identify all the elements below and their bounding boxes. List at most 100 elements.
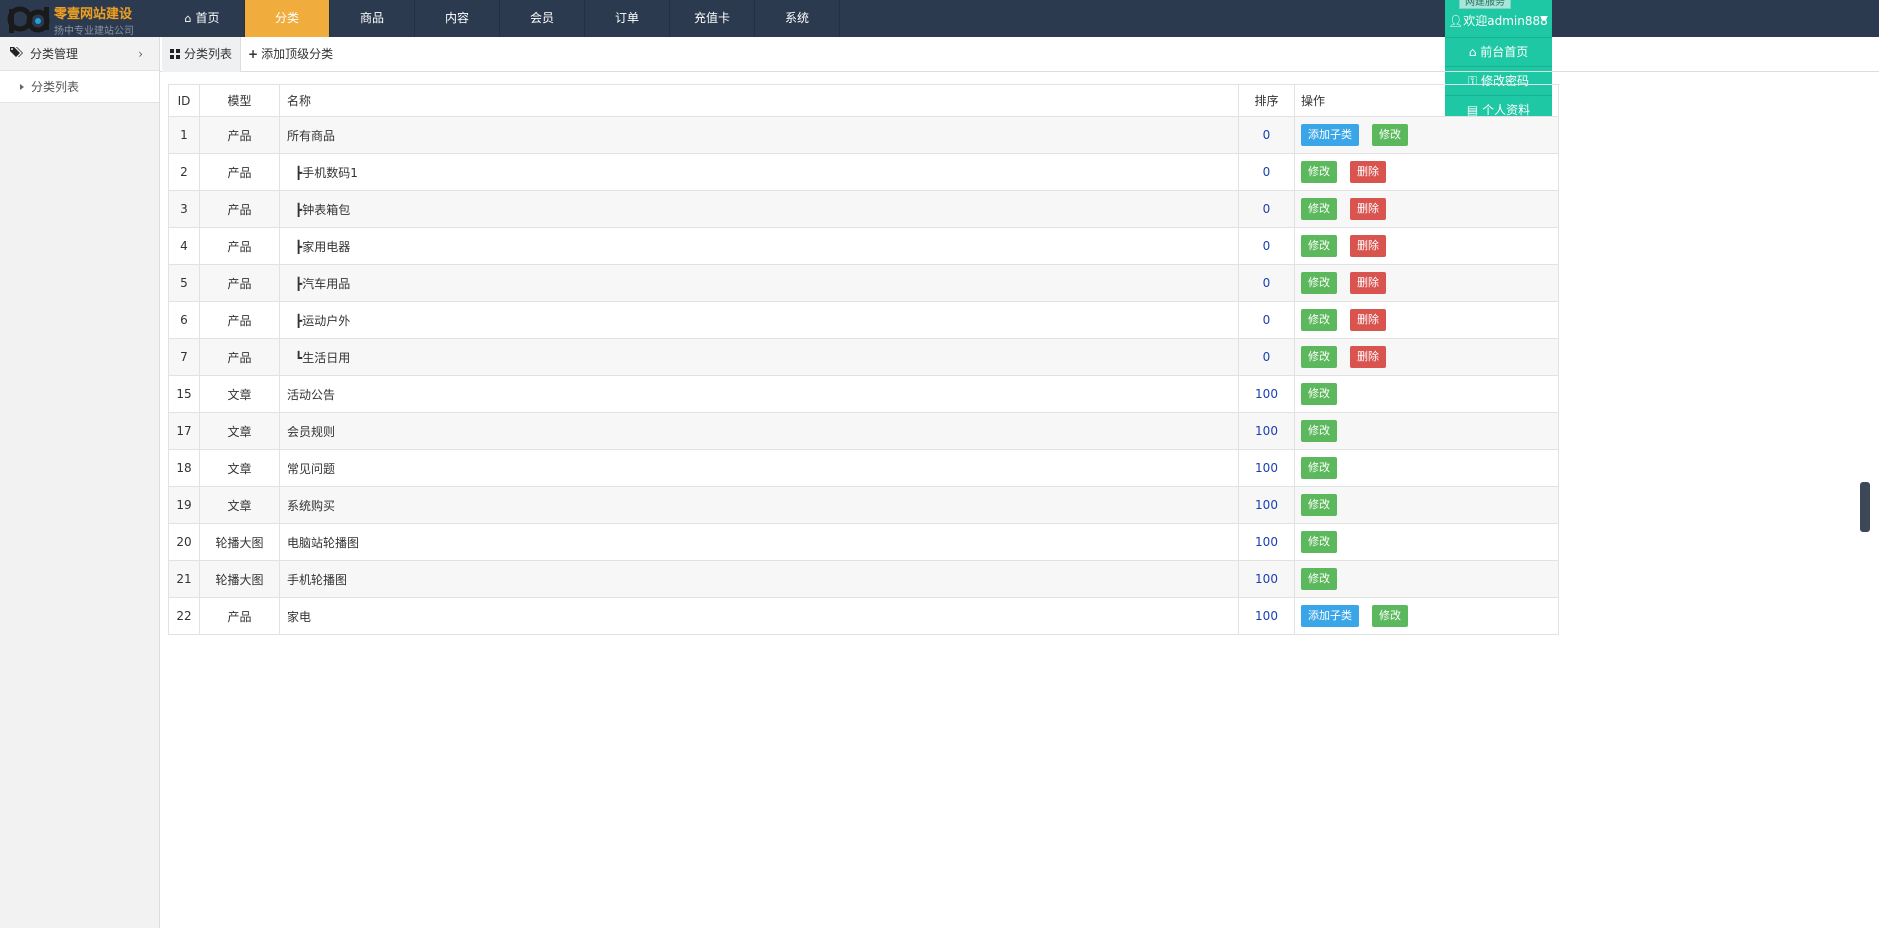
plus-icon: +	[248, 47, 259, 61]
cell-id: 7	[168, 338, 200, 376]
cell-ops: 修改 删除	[1294, 153, 1559, 191]
edit-button[interactable]: 修改	[1301, 309, 1337, 331]
cell-ops: 修改 删除	[1294, 264, 1559, 302]
cell-name: 系统购买	[279, 486, 1239, 524]
cell-ops: 修改	[1294, 375, 1559, 413]
cell-model: 文章	[199, 375, 280, 413]
service-tag[interactable]: 网建服务	[1459, 0, 1511, 9]
grid-icon	[170, 49, 180, 59]
top-navbar: 零壹网站建设 扬中专业建站公司 ⌂ 首页 分类 商品 内容 会员 订单 充值卡 系统 网建服务 …	[0, 0, 1879, 37]
cell-name: ┗生活日用	[279, 338, 1239, 376]
edit-button[interactable]: 修改	[1301, 272, 1337, 294]
cell-sort: 0	[1238, 264, 1295, 302]
cell-ops: 修改 删除	[1294, 190, 1559, 228]
side-scroll-handle[interactable]	[1860, 482, 1870, 532]
nav-item-label: 分类	[274, 11, 299, 25]
add-child-button[interactable]: 添加子类	[1301, 124, 1359, 146]
delete-button[interactable]: 删除	[1350, 309, 1386, 331]
edit-button[interactable]: 修改	[1301, 235, 1337, 257]
nav-item-label: 系统	[784, 11, 809, 25]
category-table: ID 模型 名称 排序 操作 1 产品 所有商品 0 添加子类 修改 2 产品 ┣手机数码1 0 修…	[168, 84, 1559, 635]
nav-item-label: 会员	[529, 11, 554, 25]
nav-item-label: 充值卡	[693, 11, 730, 25]
cell-model: 产品	[199, 301, 280, 339]
edit-button[interactable]: 修改	[1372, 124, 1408, 146]
cell-sort: 0	[1238, 190, 1295, 228]
table-row: 7 产品 ┗生活日用 0 修改 删除	[168, 338, 1559, 376]
edit-button[interactable]: 修改	[1301, 420, 1337, 442]
cell-id: 21	[168, 560, 200, 598]
nav-item-1[interactable]: 分类	[245, 0, 330, 37]
header-sort: 排序	[1238, 84, 1295, 117]
cell-id: 3	[168, 190, 200, 228]
table-row: 1 产品 所有商品 0 添加子类 修改	[168, 116, 1559, 154]
header-model: 模型	[199, 84, 280, 117]
cell-ops: 修改	[1294, 523, 1559, 561]
sidebar-item-category-list[interactable]: 分类列表	[0, 71, 159, 103]
cell-model: 产品	[199, 190, 280, 228]
delete-button[interactable]: 删除	[1350, 235, 1386, 257]
edit-button[interactable]: 修改	[1301, 346, 1337, 368]
edit-button[interactable]: 修改	[1301, 494, 1337, 516]
cell-id: 22	[168, 597, 200, 635]
delete-button[interactable]: 删除	[1350, 346, 1386, 368]
nav-item-4[interactable]: 会员	[500, 0, 585, 37]
cell-sort: 0	[1238, 116, 1295, 154]
edit-button[interactable]: 修改	[1301, 457, 1337, 479]
cell-name: 家电	[279, 597, 1239, 635]
cell-sort: 100	[1238, 412, 1295, 450]
cell-model: 文章	[199, 449, 280, 487]
cell-model: 轮播大图	[199, 560, 280, 598]
cell-sort: 100	[1238, 597, 1295, 635]
sidebar-section-category-management[interactable]: 分类管理 ›	[0, 37, 159, 71]
nav-item-label: 商品	[359, 11, 384, 25]
nav-item-5[interactable]: 订单	[585, 0, 670, 37]
table-row: 2 产品 ┣手机数码1 0 修改 删除	[168, 153, 1559, 191]
edit-button[interactable]: 修改	[1301, 531, 1337, 553]
nav-item-6[interactable]: 充值卡	[670, 0, 755, 37]
cell-ops: 添加子类 修改	[1294, 597, 1559, 635]
cell-model: 产品	[199, 597, 280, 635]
nav-item-0[interactable]: ⌂ 首页	[160, 0, 245, 37]
edit-button[interactable]: 修改	[1301, 161, 1337, 183]
logo-mark-icon	[7, 6, 50, 33]
delete-button[interactable]: 删除	[1350, 198, 1386, 220]
edit-button[interactable]: 修改	[1301, 383, 1337, 405]
delete-button[interactable]: 删除	[1350, 272, 1386, 294]
sidebar-item-label: 分类列表	[31, 80, 80, 94]
nav-item-2[interactable]: 商品	[330, 0, 415, 37]
cell-id: 4	[168, 227, 200, 265]
table-row: 17 文章 会员规则 100 修改	[168, 412, 1559, 450]
cell-ops: 修改	[1294, 449, 1559, 487]
table-row: 20 轮播大图 电脑站轮播图 100 修改	[168, 523, 1559, 561]
table-row: 15 文章 活动公告 100 修改	[168, 375, 1559, 413]
table-row: 3 产品 ┣钟表箱包 0 修改 删除	[168, 190, 1559, 228]
table-header-row: ID 模型 名称 排序 操作	[168, 84, 1559, 117]
table-row: 18 文章 常见问题 100 修改	[168, 449, 1559, 487]
sidebar-section-label: 分类管理	[30, 47, 79, 61]
brand-logo[interactable]: 零壹网站建设 扬中专业建站公司	[0, 0, 160, 37]
cell-model: 轮播大图	[199, 523, 280, 561]
user-menu-toggle[interactable]: 网建服务 👤︎欢迎admin888	[1445, 0, 1552, 37]
brand-subtitle: 扬中专业建站公司	[54, 26, 134, 37]
cell-name: ┣家用电器	[279, 227, 1239, 265]
nav-item-label: 首页	[195, 11, 220, 25]
cell-model: 产品	[199, 116, 280, 154]
cell-sort: 0	[1238, 227, 1295, 265]
nav-item-3[interactable]: 内容	[415, 0, 500, 37]
tab-add-top-category[interactable]: + 添加顶级分类	[240, 37, 341, 72]
table-row: 5 产品 ┣汽车用品 0 修改 删除	[168, 264, 1559, 302]
caret-down-icon	[1540, 16, 1548, 21]
table-row: 19 文章 系统购买 100 修改	[168, 486, 1559, 524]
edit-button[interactable]: 修改	[1301, 198, 1337, 220]
cell-id: 19	[168, 486, 200, 524]
delete-button[interactable]: 删除	[1350, 161, 1386, 183]
welcome-text: 👤︎欢迎admin888	[1448, 12, 1548, 29]
edit-button[interactable]: 修改	[1372, 605, 1408, 627]
cell-name: 电脑站轮播图	[279, 523, 1239, 561]
cell-sort: 100	[1238, 523, 1295, 561]
edit-button[interactable]: 修改	[1301, 568, 1337, 590]
nav-item-7[interactable]: 系统	[755, 0, 840, 37]
tab-category-list[interactable]: 分类列表	[162, 37, 242, 72]
add-child-button[interactable]: 添加子类	[1301, 605, 1359, 627]
